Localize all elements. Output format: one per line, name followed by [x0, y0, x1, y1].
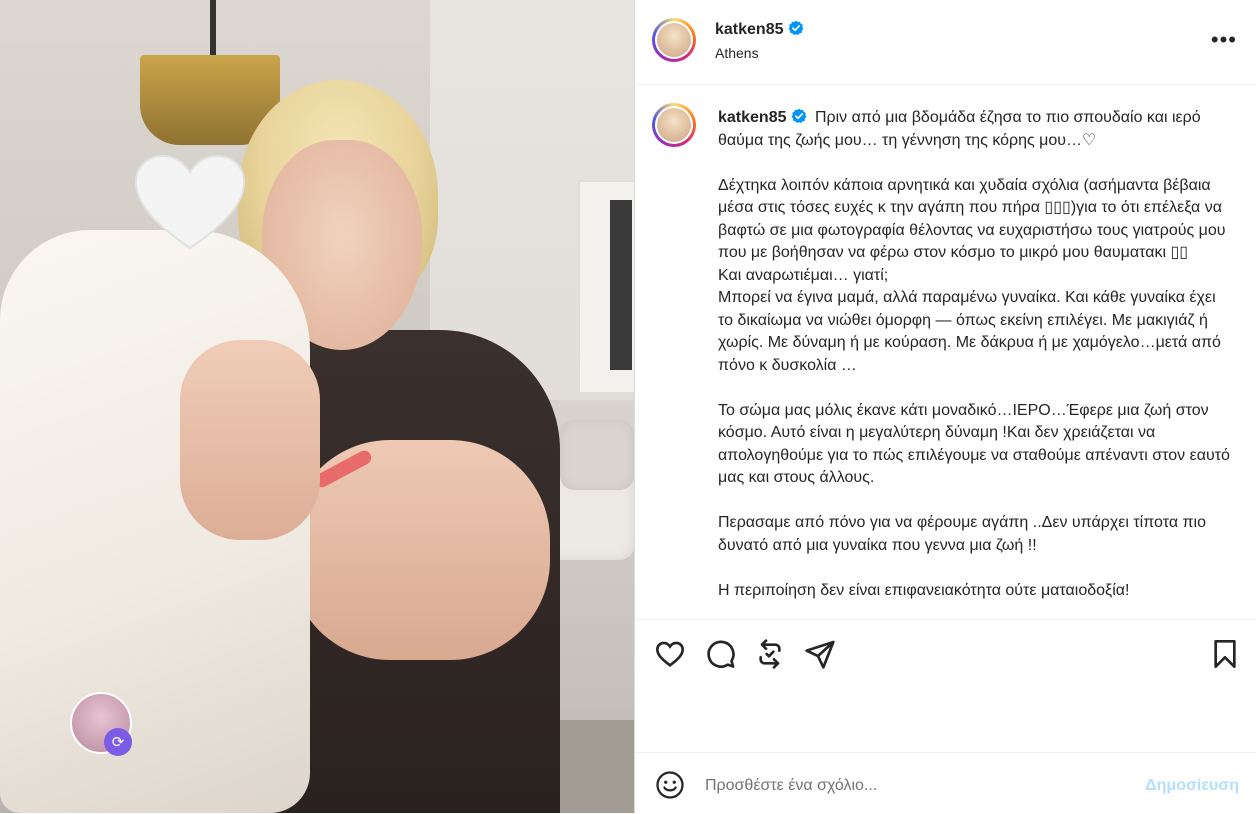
comment-input[interactable]: Προσθέστε ένα σχόλιο... [705, 777, 877, 795]
comments-section[interactable]: katken85 Πριν από μια βδομάδα έζησα το π… [635, 85, 1256, 619]
photo-pillow [560, 420, 634, 490]
more-horizontal-icon[interactable]: ••• [1211, 29, 1237, 51]
add-comment-bar: Προσθέστε ένα σχόλιο... Δημοσίευση [635, 752, 1256, 814]
white-heart-sticker-icon [134, 154, 246, 250]
author-avatar[interactable] [652, 18, 696, 62]
bookmark-icon[interactable] [1209, 638, 1241, 670]
post-comment-button[interactable]: Δημοσίευση [1145, 777, 1239, 795]
photo-frame-art [610, 200, 632, 370]
emoji-icon[interactable] [655, 770, 685, 800]
photo-person-hand [180, 340, 320, 540]
caption-username[interactable]: katken85 [718, 108, 807, 126]
repost-icon[interactable] [754, 638, 786, 670]
post-header: katken85 Athens ••• [635, 0, 1256, 85]
verified-badge-icon [791, 108, 806, 123]
post-photo[interactable]: ⟳ [0, 0, 634, 813]
send-icon[interactable] [804, 638, 836, 670]
comment-icon[interactable] [704, 638, 736, 670]
author-username[interactable]: katken85 [715, 20, 804, 39]
post-actions [635, 619, 1256, 752]
photo-chandelier-chain [210, 0, 216, 60]
post-location[interactable]: Athens [715, 45, 759, 61]
post-caption: katken85 Πριν από μια βδομάδα έζησα το π… [718, 107, 1230, 602]
heart-icon[interactable] [654, 638, 686, 670]
verified-badge-icon [788, 20, 803, 35]
caption-author-avatar[interactable] [652, 103, 696, 147]
post-side-panel: katken85 Athens ••• katken85 Πριν από μι… [634, 0, 1256, 813]
caption-body: Πριν από μια βδομάδα έζησα το πιο σπουδα… [718, 109, 1230, 599]
repost-badge-icon: ⟳ [104, 728, 132, 756]
